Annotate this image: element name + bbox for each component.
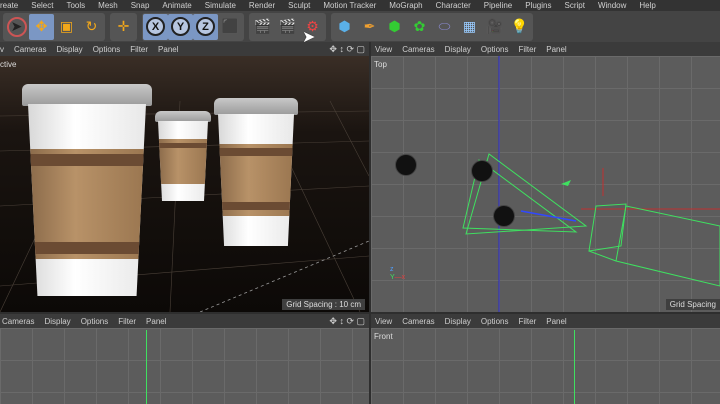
cube-icon[interactable]: ⬢ xyxy=(332,14,357,40)
rotate-tool-icon[interactable]: ↻ xyxy=(79,14,104,40)
display-menu[interactable]: Display xyxy=(445,317,471,326)
viewport-name: Front xyxy=(374,332,393,341)
filter-menu[interactable]: Filter xyxy=(130,45,148,54)
light-object-icon[interactable] xyxy=(493,205,515,227)
viewport-nav-icons[interactable]: ✥ ↕ ⟳ ▢ xyxy=(329,44,365,55)
menu-script[interactable]: Script xyxy=(564,1,584,10)
front-viewport[interactable]: Front xyxy=(371,328,720,404)
menu-help[interactable]: Help xyxy=(639,1,655,10)
x-axis-lock-icon[interactable]: X xyxy=(143,13,168,40)
viewport-nav-icons[interactable]: ✥ ↕ ⟳ ▢ xyxy=(329,316,365,327)
coordinate-system-icon[interactable]: ⬛ xyxy=(218,14,243,40)
menu-bar: reate Select Tools Mesh Snap Animate Sim… xyxy=(0,0,720,11)
display-menu[interactable]: Display xyxy=(44,317,70,326)
live-selection-icon[interactable]: ✛ xyxy=(111,14,136,40)
axis-gizmo: z Y—x xyxy=(390,266,406,281)
panel-menu[interactable]: Panel xyxy=(546,45,566,54)
viewport-header-right: Cameras Display Options Filter Panel ✥ ↕… xyxy=(0,314,369,328)
light-object-icon[interactable] xyxy=(471,160,493,182)
perspective-viewport[interactable]: ctive Grid Spacing : 10 cm xyxy=(0,56,369,312)
view-menu[interactable]: v xyxy=(0,45,4,54)
y-axis-lock-icon[interactable]: Y xyxy=(168,13,193,40)
light-icon[interactable]: 💡 xyxy=(507,14,532,40)
cameras-menu[interactable]: Cameras xyxy=(2,317,34,326)
menu-render[interactable]: Render xyxy=(249,1,275,10)
options-menu[interactable]: Options xyxy=(93,45,121,54)
menu-mesh[interactable]: Mesh xyxy=(98,1,118,10)
camera-icon[interactable]: 🎥 xyxy=(482,14,507,40)
coffee-cup-medium xyxy=(214,98,298,246)
render-picture-viewer-icon[interactable]: 🎬 xyxy=(275,14,300,40)
cameras-menu[interactable]: Cameras xyxy=(402,45,434,54)
floor-icon[interactable]: ▦ xyxy=(457,14,482,40)
pen-icon[interactable]: ✒ xyxy=(357,14,382,40)
z-axis-lock-icon[interactable]: Z xyxy=(193,13,218,40)
panel-menu[interactable]: Panel xyxy=(158,45,178,54)
render-view-icon[interactable]: 🎬 xyxy=(250,14,275,40)
viewport-header-perspective: v Cameras Display Options Filter Panel ✥… xyxy=(0,42,369,56)
filter-menu[interactable]: Filter xyxy=(518,45,536,54)
scale-tool-icon[interactable]: ▣ xyxy=(54,14,79,40)
grid-spacing-label: Grid Spacing : 10 cm xyxy=(282,299,365,310)
move-tool-icon[interactable]: ✥ xyxy=(29,13,54,40)
menu-animate[interactable]: Animate xyxy=(162,1,191,10)
display-menu[interactable]: Display xyxy=(56,45,82,54)
menu-select[interactable]: Select xyxy=(31,1,53,10)
subdivision-icon[interactable]: ⬢ xyxy=(382,14,407,40)
cameras-menu[interactable]: Cameras xyxy=(14,45,46,54)
menu-sculpt[interactable]: Sculpt xyxy=(288,1,310,10)
view-menu[interactable]: View xyxy=(375,45,392,54)
y-axis-line xyxy=(574,330,575,404)
top-viewport[interactable]: Top z Y—x Grid Spacing xyxy=(371,56,720,312)
filter-menu[interactable]: Filter xyxy=(118,317,136,326)
menu-plugins[interactable]: Plugins xyxy=(525,1,551,10)
grid-spacing-label: Grid Spacing xyxy=(665,299,720,310)
coffee-cup-small xyxy=(155,111,211,201)
top-scene xyxy=(462,56,720,312)
y-axis-line xyxy=(146,330,147,404)
cloner-icon[interactable]: ✿ xyxy=(407,14,432,40)
menu-mograph[interactable]: MoGraph xyxy=(389,1,422,10)
filter-menu[interactable]: Filter xyxy=(518,317,536,326)
light-object-icon[interactable] xyxy=(395,154,417,176)
panel-menu[interactable]: Panel xyxy=(546,317,566,326)
options-menu[interactable]: Options xyxy=(481,317,509,326)
menu-character[interactable]: Character xyxy=(436,1,471,10)
menu-snap[interactable]: Snap xyxy=(131,1,150,10)
coffee-cup-large xyxy=(22,84,152,296)
panel-menu[interactable]: Panel xyxy=(146,317,166,326)
select-tool-icon[interactable]: ➤ xyxy=(4,14,29,40)
deformer-icon[interactable]: ⬭ xyxy=(432,14,457,40)
viewport-header-front: View Cameras Display Options Filter Pane… xyxy=(371,314,720,328)
menu-simulate[interactable]: Simulate xyxy=(205,1,236,10)
menu-tools[interactable]: Tools xyxy=(66,1,85,10)
menu-create[interactable]: reate xyxy=(0,1,18,10)
options-menu[interactable]: Options xyxy=(81,317,109,326)
display-menu[interactable]: Display xyxy=(445,45,471,54)
menu-window[interactable]: Window xyxy=(598,1,626,10)
cameras-menu[interactable]: Cameras xyxy=(402,317,434,326)
viewport-name: ctive xyxy=(0,60,17,69)
toolbar: ➤ ✥ ▣ ↻ ✛ X Y Z ⬛ 🎬 🎬 ⚙ ⬢ ✒ ⬢ ✿ ⬭ ▦ 🎥 💡 … xyxy=(0,11,720,46)
view-menu[interactable]: View xyxy=(375,317,392,326)
menu-motion-tracker[interactable]: Motion Tracker xyxy=(323,1,376,10)
options-menu[interactable]: Options xyxy=(481,45,509,54)
viewport-header-top: View Cameras Display Options Filter Pane… xyxy=(371,42,720,56)
right-viewport[interactable] xyxy=(0,328,369,404)
menu-pipeline[interactable]: Pipeline xyxy=(484,1,512,10)
